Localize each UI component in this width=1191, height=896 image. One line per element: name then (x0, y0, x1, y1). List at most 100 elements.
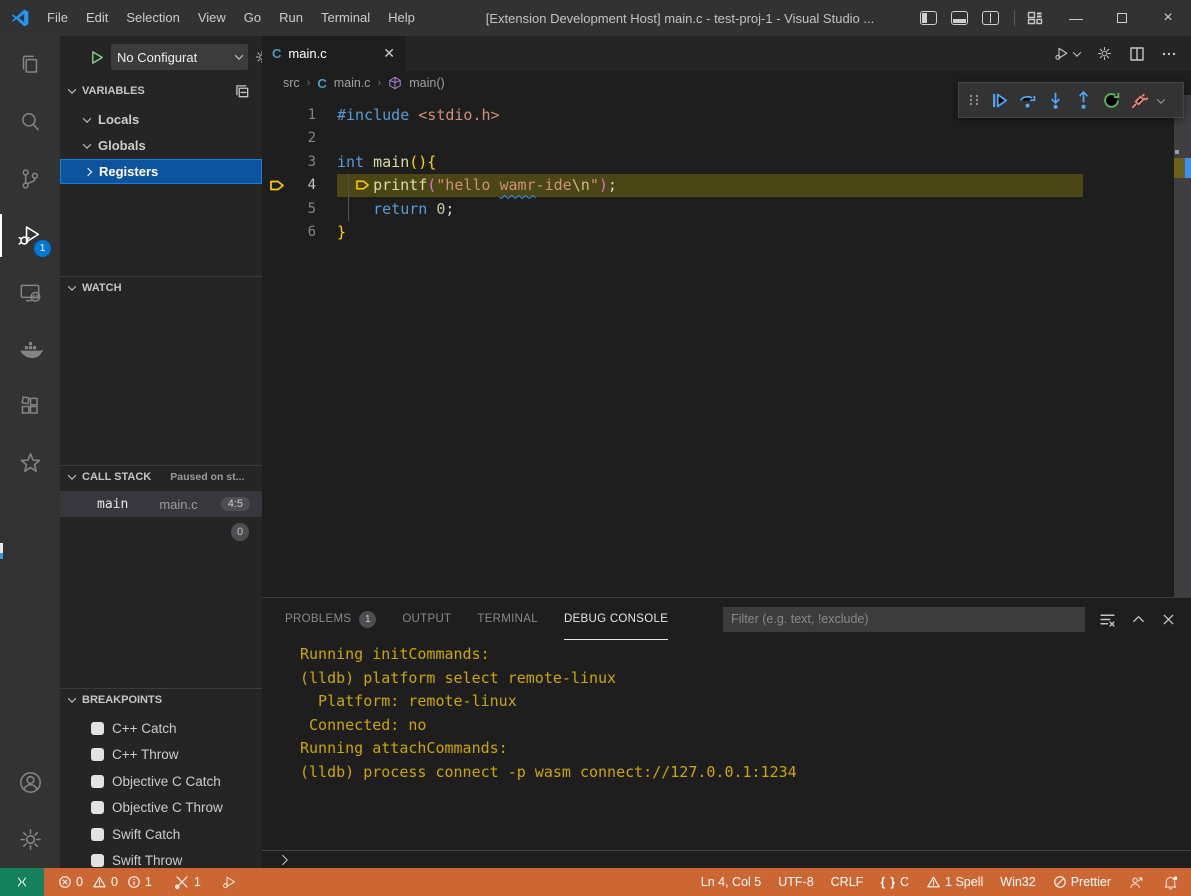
menu-go[interactable]: Go (235, 0, 270, 36)
debug-console-input[interactable] (262, 850, 1191, 869)
error-count: 0 (76, 875, 83, 889)
toggle-sidebar-icon[interactable] (920, 11, 937, 25)
breakpoint-row[interactable]: C++ Throw (60, 742, 262, 768)
account-button[interactable] (0, 754, 60, 811)
stack-frame-row[interactable]: main main.c 4:5 (60, 491, 262, 517)
code-line-6[interactable]: 6 } (262, 221, 1174, 245)
sidebar-item-docker[interactable] (0, 321, 60, 378)
language-mode[interactable]: { } C (880, 875, 909, 889)
checkbox[interactable] (91, 828, 104, 841)
maximize-button[interactable] (1099, 0, 1145, 36)
remote-indicator[interactable] (0, 868, 44, 896)
breakpoint-row[interactable]: Swift Throw (60, 848, 262, 869)
current-instruction-pointer-icon[interactable] (262, 178, 292, 193)
step-out-button[interactable] (1074, 91, 1093, 110)
call-stack-section-header[interactable]: CALL STACK Paused on st... (60, 465, 262, 487)
tab-debug-console[interactable]: DEBUG CONSOLE (564, 598, 668, 640)
menu-file[interactable]: File (38, 0, 77, 36)
checkbox[interactable] (91, 748, 104, 761)
variables-globals-row[interactable]: Globals (60, 133, 262, 158)
checkbox[interactable] (91, 854, 104, 867)
code-editor[interactable]: 1 #include <stdio.h> 2 3 int main(){ (262, 95, 1191, 597)
debug-status-icon[interactable] (221, 874, 238, 891)
thread-row[interactable]: 0 (60, 520, 262, 544)
maximize-panel-icon[interactable] (1131, 612, 1146, 627)
menu-run[interactable]: Run (270, 0, 312, 36)
breadcrumb-symbol[interactable]: main() (409, 76, 444, 90)
close-panel-icon[interactable] (1161, 612, 1176, 627)
toggle-panel-icon[interactable] (951, 11, 968, 25)
tab-problems[interactable]: PROBLEMS 1 (285, 598, 376, 640)
breakpoint-row[interactable]: Objective C Catch (60, 768, 262, 794)
disconnect-button[interactable] (1130, 91, 1149, 110)
launch-settings-gear-icon[interactable] (254, 49, 262, 65)
eol-indicator[interactable]: CRLF (831, 875, 864, 889)
code-line-3[interactable]: 3 int main(){ (262, 150, 1174, 174)
variables-section-header[interactable]: VARIABLES (60, 80, 262, 102)
vscode-logo-icon (10, 8, 30, 28)
spell-checker-status[interactable]: 1 Spell (926, 875, 983, 889)
breadcrumb-file[interactable]: main.c (334, 76, 371, 90)
menu-selection[interactable]: Selection (117, 0, 188, 36)
checkbox[interactable] (91, 722, 104, 735)
more-actions-icon[interactable] (1161, 46, 1177, 62)
docker-whale-icon (17, 336, 44, 363)
console-filter-input[interactable] (723, 607, 1085, 632)
sidebar-item-explorer[interactable] (0, 36, 60, 93)
menu-edit[interactable]: Edit (77, 0, 117, 36)
breakpoint-row[interactable]: C++ Catch (60, 715, 262, 741)
variables-locals-row[interactable]: Locals (60, 107, 262, 132)
close-tab-icon[interactable]: ✕ (383, 45, 395, 62)
code-line-2[interactable]: 2 (262, 127, 1174, 151)
sidebar-item-source-control[interactable] (0, 150, 60, 207)
restart-button[interactable] (1102, 91, 1121, 110)
checkbox[interactable] (91, 801, 104, 814)
sidebar-item-favorites[interactable] (0, 435, 60, 492)
more-debug-actions-icon[interactable] (1158, 91, 1164, 109)
collapse-all-icon[interactable] (235, 84, 250, 99)
platform-status[interactable]: Win32 (1000, 875, 1035, 889)
watch-section-header[interactable]: WATCH (60, 276, 262, 298)
step-into-button[interactable] (1046, 91, 1065, 110)
sidebar-item-extensions[interactable] (0, 378, 60, 435)
tab-main-c[interactable]: C main.c ✕ (262, 36, 405, 71)
breakpoints-section-header[interactable]: BREAKPOINTS (60, 688, 262, 710)
notifications-bell-icon[interactable] (1162, 874, 1179, 891)
editor-scrollbar[interactable] (1174, 95, 1191, 597)
menu-view[interactable]: View (189, 0, 235, 36)
settings-button[interactable] (0, 811, 60, 868)
minimize-button[interactable]: — (1053, 0, 1099, 36)
customize-layout-icon[interactable] (1027, 10, 1043, 26)
problems-status[interactable]: 0 0 1 (58, 875, 152, 889)
step-over-button[interactable] (1018, 91, 1037, 110)
formatter-status[interactable]: Prettier (1053, 875, 1111, 889)
split-editor-icon[interactable] (1129, 46, 1145, 62)
menu-terminal[interactable]: Terminal (312, 0, 379, 36)
cursor-position[interactable]: Ln 4, Col 5 (701, 875, 761, 889)
encoding-indicator[interactable]: UTF-8 (778, 875, 813, 889)
run-or-debug-button[interactable] (1053, 45, 1080, 63)
sidebar-item-remote-explorer[interactable] (0, 264, 60, 321)
tab-terminal[interactable]: TERMINAL (477, 598, 538, 640)
breakpoint-row[interactable]: Objective C Throw (60, 795, 262, 821)
toggle-secondary-sidebar-icon[interactable] (982, 11, 999, 25)
checkbox[interactable] (91, 775, 104, 788)
sidebar-item-search[interactable] (0, 93, 60, 150)
breadcrumb-src[interactable]: src (283, 76, 300, 90)
start-debug-icon[interactable] (90, 50, 105, 65)
feedback-icon[interactable] (1128, 874, 1145, 891)
breakpoint-row[interactable]: Swift Catch (60, 821, 262, 847)
continue-button[interactable] (990, 91, 1009, 110)
tab-output[interactable]: OUTPUT (402, 598, 451, 640)
settings-gear-icon[interactable] (1096, 45, 1113, 62)
clear-console-icon[interactable] (1099, 611, 1116, 628)
drag-grip-icon[interactable] (967, 92, 981, 108)
menu-help[interactable]: Help (379, 0, 424, 36)
sidebar-item-run-and-debug[interactable]: 1 (0, 207, 60, 264)
code-line-4-current[interactable]: 4 printf("hello wamr-ide\n"); (262, 174, 1174, 198)
code-line-5[interactable]: 5 return 0; (262, 197, 1174, 221)
toolchain-status[interactable]: 1 (174, 874, 201, 890)
close-button[interactable]: × (1145, 0, 1191, 36)
debug-config-dropdown[interactable]: No Configurat (111, 44, 248, 70)
variables-registers-row[interactable]: Registers (60, 159, 262, 184)
